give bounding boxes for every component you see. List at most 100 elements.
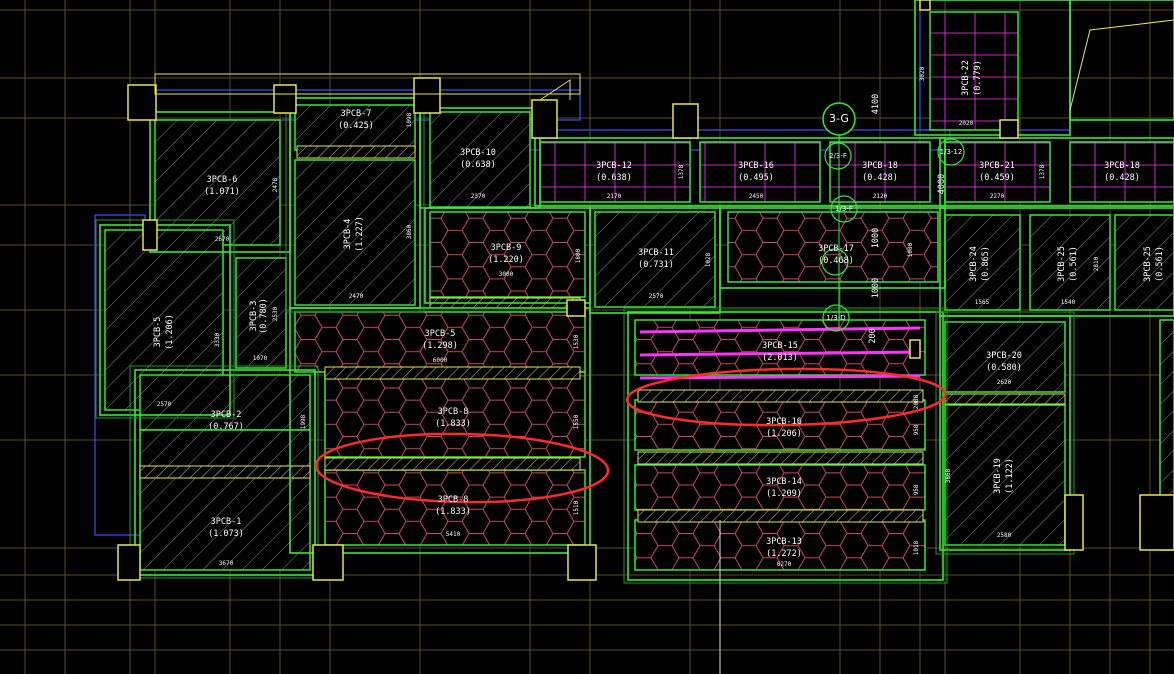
label-3pcb-16b-area: (1.206) (766, 429, 802, 439)
label-3pcb-14-h: 958 (913, 484, 920, 495)
label-3pcb-8b-h: 1510 (573, 500, 580, 515)
label-3pcb-18b-name: 3PCB-18 (1104, 161, 1140, 171)
dim-1000a: 1000 (871, 228, 881, 248)
label-3pcb-24-area: (0.865) (981, 246, 991, 282)
label-3pcb-25-name: 3PCB-25 (1057, 246, 1067, 282)
label-3pcb-14-area: (1.209) (766, 489, 802, 499)
label-3pcb-21-area: (0.459) (979, 173, 1015, 183)
label-3pcb-5-name: 3PCB-5 (425, 329, 456, 339)
label-3pcb-16-w: 2450 (749, 193, 764, 200)
axis-bubble-1-3-12-label: 1/3-12 (940, 148, 963, 156)
label-3pcb-9-area: (1.220) (488, 255, 524, 265)
label-3pcb-16b-h: 958 (913, 424, 920, 435)
axis-bubble-1-3d-label: 1/3-D (826, 314, 845, 322)
label-3pcb-7-area: (0.425) (338, 121, 374, 131)
label-3pcb-4-area: (1.227) (355, 216, 365, 252)
dim-4100: 4100 (871, 94, 881, 114)
label-3pcb-13-area: (1.272) (766, 549, 802, 559)
label-3pcb-20-w: 2620 (997, 379, 1012, 386)
label-3pcb-1-w: 3670 (219, 560, 234, 567)
cad-floor-plan-canvas[interactable]: 3-G 2/3-F 1/3-F 1/3-D 1/3-12 4100 4000 1… (0, 0, 1174, 674)
label-3pcb-22-h: 3020 (919, 66, 926, 81)
label-3pcb-5b-name: 3PCB-5 (153, 317, 163, 348)
label-3pcb-4-w: 2470 (349, 293, 364, 300)
label-3pcb-24-name: 3PCB-24 (969, 246, 979, 282)
panel-3pcb-18b (1069, 141, 1174, 203)
panel-3pcb-14 (634, 464, 926, 511)
dim-200: 200 (868, 328, 878, 343)
label-3pcb-8a-name: 3PCB-8 (438, 407, 469, 417)
label-3pcb-16-area: (0.495) (738, 173, 774, 183)
label-3pcb-2-name: 3PCB-2 (211, 410, 242, 420)
label-3pcb-5b-h: 3330 (214, 332, 221, 347)
label-3pcb-8a-area: (1.833) (435, 419, 471, 429)
label-3pcb-16-name: 3PCB-16 (738, 161, 774, 171)
label-3pcb-17-h: 1000 (907, 242, 914, 257)
label-3pcb-12-h: 1378 (678, 164, 685, 179)
label-3pcb-12-w: 2170 (607, 193, 622, 200)
label-3pcb-6-area: (1.071) (204, 187, 240, 197)
label-3pcb-14-name: 3PCB-14 (766, 477, 802, 487)
label-3pcb-7-h: 1098 (406, 112, 413, 127)
label-3pcb-15-h: 2088 (913, 394, 920, 409)
label-3pcb-9-w: 3000 (499, 271, 514, 278)
label-3pcb-10-w: 2370 (471, 193, 486, 200)
label-3pcb-11-area: (0.731) (638, 260, 674, 270)
label-3pcb-1-name: 3PCB-1 (211, 517, 242, 527)
label-3pcb-9-name: 3PCB-9 (491, 243, 522, 253)
label-3pcb-21-h: 1378 (1039, 164, 1046, 179)
label-3pcb-8b-name: 3PCB-8 (438, 495, 469, 505)
label-3pcb-25-h: 2810 (1093, 256, 1100, 271)
label-3pcb-18-name: 3PCB-18 (862, 161, 898, 171)
label-3pcb-19-h: 3868 (945, 468, 952, 483)
label-3pcb-13-name: 3PCB-13 (766, 537, 802, 547)
label-3pcb-5-w: 6000 (433, 357, 448, 364)
label-3pcb-6-w: 2670 (215, 236, 230, 243)
label-3pcb-13-h: 1018 (913, 540, 920, 555)
label-3pcb-17-name: 3PCB-17 (818, 244, 854, 254)
label-3pcb-22-w: 2020 (959, 120, 974, 127)
label-3pcb-10-name: 3PCB-10 (460, 148, 496, 158)
label-3pcb-19-area: (1.122) (1005, 458, 1015, 494)
label-3pcb-15-name: 3PCB-15 (762, 341, 798, 351)
label-3pcb-10-area: (0.638) (460, 160, 496, 170)
label-3pcb-5-h: 1530 (573, 334, 580, 349)
label-3pcb-3-name: 3PCB-3 (249, 301, 259, 332)
dim-4000: 4000 (937, 174, 947, 194)
label-3pcb-5-area: (1.298) (422, 341, 458, 351)
label-3pcb-22-name: 3PCB-22 (961, 60, 971, 96)
label-3pcb-6-h: 2478 (272, 177, 279, 192)
label-3pcb-2-h: 1998 (300, 414, 307, 429)
label-3pcb-16b-name: 3PCB-16 (766, 417, 802, 427)
label-3pcb-3-w: 1070 (253, 355, 268, 362)
label-3pcb-25-w: 1540 (1061, 299, 1076, 306)
label-3pcb-9-h: 1800 (575, 248, 582, 263)
label-3pcb-7-name: 3PCB-7 (341, 109, 372, 119)
label-3pcb-6-name: 3PCB-6 (207, 175, 238, 185)
label-3pcb-21-name: 3PCB-21 (979, 161, 1015, 171)
label-3pcb-15-area: (2.013) (762, 353, 798, 363)
label-3pcb-22-area: (0.779) (973, 60, 983, 96)
label-3pcb-21-w: 2270 (990, 193, 1005, 200)
axis-bubble-2-3f-label: 2/3-F (829, 152, 847, 160)
label-3pcb-11-w: 2570 (649, 293, 664, 300)
label-3pcb-4-h: 3860 (406, 224, 413, 239)
label-3pcb-5b-area: (1.206) (165, 314, 175, 350)
label-3pcb-12-name: 3PCB-12 (596, 161, 632, 171)
label-3pcb-8b-w: 5410 (446, 531, 461, 538)
label-3pcb-25b-name: 3PCB-25 (1143, 246, 1153, 282)
label-3pcb-18b-area: (0.428) (1104, 173, 1140, 183)
label-3pcb-2-area: (0.767) (208, 422, 244, 432)
label-3pcb-17-area: (0.468) (818, 256, 854, 266)
label-3pcb-25-area: (0.561) (1069, 246, 1079, 282)
axis-bubble-1-3f-label: 1/3-F (835, 205, 853, 213)
label-3pcb-11-name: 3PCB-11 (638, 248, 674, 258)
label-3pcb-3-h: 2530 (272, 306, 279, 321)
label-3pcb-8a-h: 1550 (573, 414, 580, 429)
label-3pcb-8b-area: (1.833) (435, 507, 471, 517)
label-3pcb-24-w: 1565 (975, 299, 990, 306)
label-3pcb-20-area: (0.580) (986, 363, 1022, 373)
label-3pcb-13-w: 6270 (777, 561, 792, 568)
label-3pcb-20-name: 3PCB-20 (986, 351, 1022, 361)
label-3pcb-1-area: (1.073) (208, 529, 244, 539)
